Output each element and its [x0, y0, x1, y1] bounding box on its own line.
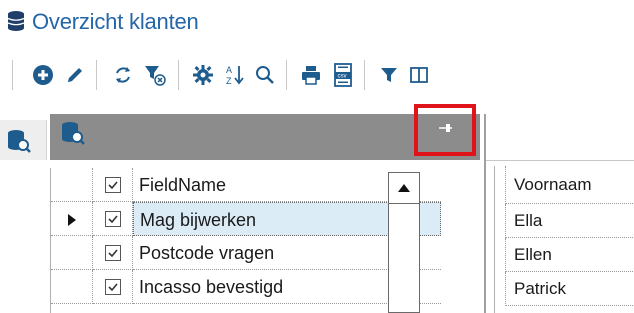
row-checkbox[interactable] [104, 278, 121, 295]
page-title: Overzicht klanten [32, 9, 199, 34]
columns-icon[interactable] [406, 62, 432, 88]
checkbox-cell [93, 202, 133, 236]
toolbar-separator [364, 60, 365, 90]
table-cell[interactable]: Ellen [505, 238, 634, 272]
table-row[interactable]: Mag bijwerken [51, 202, 441, 236]
checkbox-cell [93, 270, 133, 304]
row-indicator [51, 202, 93, 236]
arrow-up-icon [398, 179, 410, 197]
row-indicator [51, 168, 93, 202]
toolbar-separator [178, 60, 179, 90]
side-panel-tab[interactable] [0, 120, 47, 160]
voornaam-column-header[interactable]: Voornaam [505, 166, 634, 204]
database-search-icon[interactable] [6, 128, 32, 159]
checkbox-cell [93, 168, 133, 202]
add-icon[interactable] [30, 62, 56, 88]
right-panel-toolbar [486, 114, 634, 161]
svg-text:Z: Z [226, 76, 232, 86]
checkbox-cell [93, 236, 133, 270]
row-checkbox[interactable] [104, 210, 121, 227]
current-row-arrow-icon [67, 213, 77, 231]
grid-header-row: FieldName [51, 168, 441, 202]
settings-icon[interactable] [190, 62, 216, 88]
pin-panel-button[interactable] [414, 104, 476, 156]
scroll-up-button[interactable] [389, 173, 419, 204]
row-checkbox[interactable] [104, 244, 121, 261]
export-csv-icon[interactable]: csv [330, 62, 356, 88]
clear-filter-icon[interactable] [142, 62, 168, 88]
select-all-checkbox[interactable] [104, 176, 121, 193]
database-search-icon[interactable] [60, 120, 86, 151]
toolbar-separator [12, 60, 13, 90]
sort-icon[interactable]: AZ [222, 62, 248, 88]
database-icon [6, 10, 26, 32]
search-icon[interactable] [252, 62, 278, 88]
toolbar-separator [96, 60, 97, 90]
vertical-scrollbar[interactable] [388, 172, 420, 313]
svg-text:csv: csv [338, 74, 347, 80]
filter-icon[interactable] [376, 62, 402, 88]
svg-text:A: A [226, 65, 232, 75]
customer-grid: Voornaam Ella Ellen Patrick [494, 166, 634, 313]
table-cell[interactable]: Patrick [505, 272, 634, 306]
table-cell[interactable]: Ella [505, 204, 634, 238]
table-row[interactable]: Incasso bevestigd [51, 270, 441, 304]
print-icon[interactable] [298, 62, 324, 88]
row-indicator [51, 236, 93, 270]
pin-icon [437, 121, 453, 139]
toolbar-separator [286, 60, 287, 90]
table-row[interactable]: Postcode vragen [51, 236, 441, 270]
row-indicator [51, 270, 93, 304]
edit-icon[interactable] [62, 62, 88, 88]
refresh-icon[interactable] [110, 62, 136, 88]
